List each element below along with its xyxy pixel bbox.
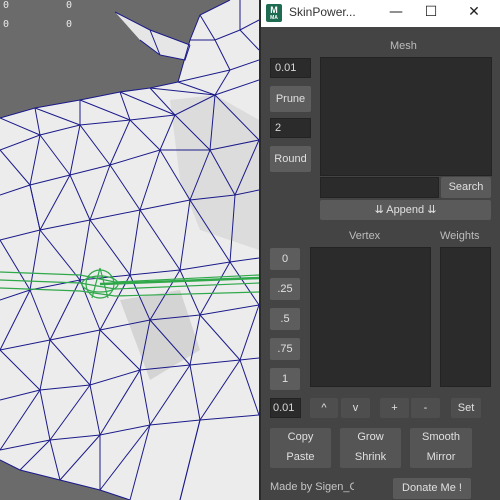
weights-list[interactable] [440,247,491,387]
preset-075-button[interactable]: .75 [270,338,300,360]
preset-025-button[interactable]: .25 [270,278,300,300]
weight-step-field[interactable]: 0.01 [270,398,301,418]
search-input[interactable] [320,177,439,198]
maya-app-icon: M MA [266,4,282,22]
prune-threshold-field[interactable]: 0.01 [270,58,311,78]
mirror-label[interactable]: Mirror [410,451,472,463]
hud-readout: 0 [3,0,10,11]
smooth-mirror-button[interactable]: Smooth Mirror [410,428,472,468]
preset-1-button[interactable]: 1 [270,368,300,390]
search-button[interactable]: Search [441,177,491,198]
mesh-list[interactable] [320,57,492,176]
vertex-list[interactable] [310,247,431,387]
grow-label[interactable]: Grow [340,431,401,443]
copy-paste-button[interactable]: Copy Paste [270,428,331,468]
round-digits-field[interactable]: 2 [270,118,311,138]
hud-readout: 0 [3,19,10,30]
3d-viewport[interactable]: 0 0 0 0 [0,0,259,500]
mesh-header: Mesh [390,40,417,52]
append-button[interactable]: ⇊ Append ⇊ [320,200,491,220]
preset-05-button[interactable]: .5 [270,308,300,330]
up-button[interactable]: ^ [310,398,338,418]
weights-header: Weights [440,230,480,242]
smooth-label[interactable]: Smooth [410,431,472,443]
minimize-button[interactable]: — [379,0,413,27]
skinpower-window: M MA SkinPower... — ☐ ✕ Mesh 0.01 Prune 2… [259,0,500,500]
maximize-button[interactable]: ☐ [414,0,448,27]
credit-text: Made by Sigen_Chang [270,481,354,493]
minus-button[interactable]: - [411,398,440,418]
preset-0-button[interactable]: 0 [270,248,300,270]
shrink-label[interactable]: Shrink [340,451,401,463]
window-title: SkinPower... [289,5,356,19]
title-bar[interactable]: M MA SkinPower... — ☐ ✕ [261,0,500,27]
round-button[interactable]: Round [270,146,311,172]
grow-shrink-button[interactable]: Grow Shrink [340,428,401,468]
vertex-header: Vertex [349,230,381,242]
down-button[interactable]: v [341,398,370,418]
donate-button[interactable]: Donate Me ! [393,478,471,499]
set-button[interactable]: Set [451,398,481,418]
hud-readout: 0 [66,0,73,11]
close-button[interactable]: ✕ [457,0,491,27]
hud-readout: 0 [66,19,73,30]
paste-label[interactable]: Paste [270,451,331,463]
plus-button[interactable]: + [380,398,409,418]
wireframe-mesh [0,0,259,500]
prune-button[interactable]: Prune [270,86,311,112]
copy-label[interactable]: Copy [270,431,331,443]
